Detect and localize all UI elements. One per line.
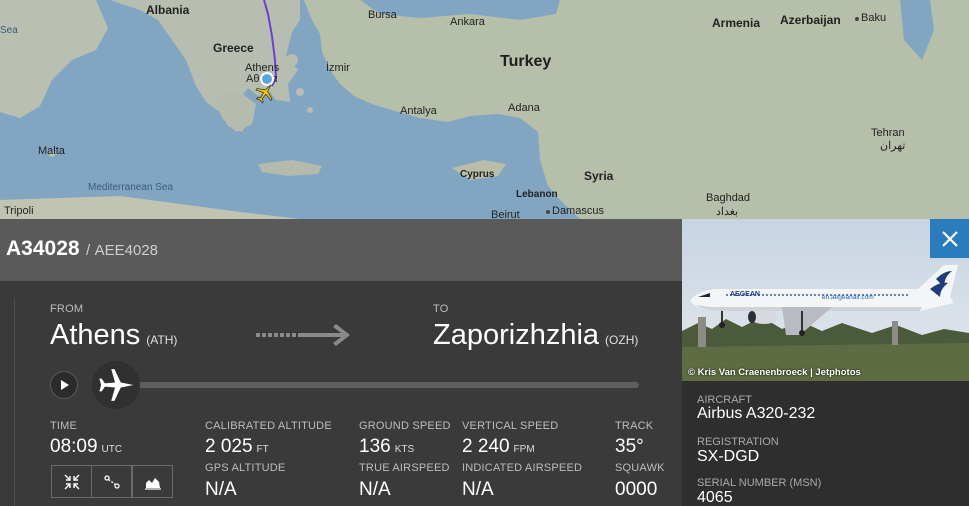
map-label-tehran-local: تهران	[880, 140, 906, 152]
divider	[14, 299, 15, 506]
route-arrow-icon	[256, 324, 350, 346]
gps-altitude-value: N/A	[205, 479, 237, 500]
progress-plane-marker	[92, 361, 140, 409]
route-icon	[103, 474, 120, 489]
map-label-cyprus: Cyprus	[460, 169, 495, 180]
map-label-tripoli: Tripoli	[4, 205, 34, 217]
destination-airport[interactable]: Zaporizhzhia (OZH)	[433, 319, 638, 352]
chart-area-icon	[144, 477, 161, 490]
photo-credit[interactable]: © Kris Van Craenenbroeck | Jetphotos	[688, 367, 861, 378]
map-label-antalya: Antalya	[400, 105, 437, 117]
time-label: TIME	[50, 420, 78, 432]
ground-speed-label: GROUND SPEED	[359, 420, 451, 432]
flight-details-panel: FROM Athens (ATH) TO Zaporizhzhia (OZH)	[0, 281, 682, 506]
origin-city: Athens	[50, 319, 141, 351]
track-label: TRACK	[615, 420, 654, 432]
route-button[interactable]	[91, 465, 132, 498]
flight-icao-code: AEE4028	[94, 242, 159, 259]
indicated-airspeed-value: N/A	[462, 479, 494, 500]
squawk-label: SQUAWK	[615, 462, 665, 474]
livery-url-text: en.aegeanair.com	[822, 294, 874, 301]
calibrated-altitude-value: 2 025 FT	[205, 436, 269, 458]
map-label-sea: Sea	[0, 25, 18, 36]
map-label-lebanon: Lebanon	[516, 189, 558, 200]
vertical-speed-value: 2 240 FPM	[462, 436, 535, 458]
from-label: FROM	[50, 303, 84, 315]
collapse-view-button[interactable]	[51, 465, 92, 498]
ground-speed-text: 136	[359, 436, 391, 457]
time-text: 08:09	[50, 436, 98, 457]
map-label-damascus: Damascus	[552, 205, 604, 217]
play-icon	[61, 380, 69, 390]
map-label-tehran: Tehran	[871, 127, 905, 139]
map-label-baghdad-local: بغداد	[716, 206, 739, 218]
track-value: 35°	[615, 436, 644, 457]
aircraft-info-panel: AEGEAN en.aegeanair.com © Kris Van Craen…	[682, 219, 969, 506]
aircraft-photo-image: AEGEAN en.aegeanair.com	[682, 219, 969, 381]
map-label-adana: Adana	[508, 102, 540, 114]
close-icon	[941, 230, 958, 247]
map-dot-damascus	[546, 210, 550, 214]
gps-altitude-label: GPS ALTITUDE	[205, 462, 286, 474]
aircraft-marker-icon[interactable]	[254, 82, 276, 104]
close-button[interactable]	[930, 219, 969, 258]
map-label-azerbaijan: Azerbaijan	[780, 13, 841, 27]
ground-speed-unit: KTS	[394, 444, 415, 455]
aircraft-type-value: Airbus A320-232	[697, 405, 816, 422]
map-label-malta: Malta	[38, 145, 65, 157]
origin-code: (ATH)	[146, 333, 178, 347]
to-label: TO	[433, 303, 449, 315]
map-label-mediterranean: Mediterranean Sea	[88, 182, 174, 193]
altitude-graph-button[interactable]	[132, 465, 173, 498]
destination-city: Zaporizhzhia	[433, 319, 600, 351]
true-airspeed-value: N/A	[359, 479, 391, 500]
indicated-airspeed-label: INDICATED AIRSPEED	[462, 462, 583, 474]
map-label-turkey: Turkey	[500, 53, 552, 70]
map-dot-baku	[855, 17, 859, 21]
map-view[interactable]: Albania Greece Athens Αθήνα İzmir Bursa …	[0, 0, 969, 219]
flight-header: A34028 / AEE4028	[0, 219, 682, 281]
serial-number-label: SERIAL NUMBER (MSN)	[697, 477, 822, 489]
calibrated-altitude-unit: FT	[256, 444, 269, 455]
calibrated-altitude-text: 2 025	[205, 436, 253, 457]
origin-airport[interactable]: Athens (ATH)	[50, 319, 177, 352]
flight-progress-bar	[120, 382, 639, 388]
map-label-greece: Greece	[213, 41, 254, 55]
play-button[interactable]	[50, 371, 78, 399]
squawk-value: 0000	[615, 479, 658, 500]
map-label-baghdad: Baghdad	[706, 192, 751, 204]
serial-number-value: 4065	[697, 489, 733, 506]
vertical-speed-unit: FPM	[513, 444, 535, 455]
livery-aegean-text: AEGEAN	[730, 291, 760, 298]
destination-code: (OZH)	[605, 333, 639, 347]
vertical-speed-text: 2 240	[462, 436, 510, 457]
flight-separator: /	[86, 242, 91, 259]
map-label-albania: Albania	[146, 3, 190, 17]
map-label-beirut: Beirut	[491, 209, 520, 220]
map-label-syria: Syria	[584, 169, 614, 183]
map-label-bursa: Bursa	[368, 9, 397, 21]
flight-callsign: A34028	[6, 237, 80, 260]
calibrated-altitude-label: CALIBRATED ALTITUDE	[205, 420, 332, 432]
registration-label: REGISTRATION	[697, 436, 779, 448]
ground-speed-value: 136 KTS	[359, 436, 414, 458]
time-value: 08:09 UTC	[50, 436, 122, 458]
airplane-icon	[99, 369, 134, 401]
time-unit: UTC	[101, 444, 123, 455]
map-label-baku: Baku	[861, 12, 887, 24]
compress-arrows-icon	[64, 474, 79, 489]
map-label-armenia: Armenia	[712, 16, 761, 30]
true-airspeed-label: TRUE AIRSPEED	[359, 462, 450, 474]
map-label-izmir: İzmir	[326, 62, 350, 74]
vertical-speed-label: VERTICAL SPEED	[462, 420, 559, 432]
flight-tracker-window: Albania Greece Athens Αθήνα İzmir Bursa …	[0, 0, 969, 506]
map-label-ankara: Ankara	[450, 16, 485, 28]
registration-value[interactable]: SX-DGD	[697, 448, 759, 466]
aircraft-photo[interactable]: AEGEAN en.aegeanair.com © Kris Van Craen…	[682, 219, 969, 381]
